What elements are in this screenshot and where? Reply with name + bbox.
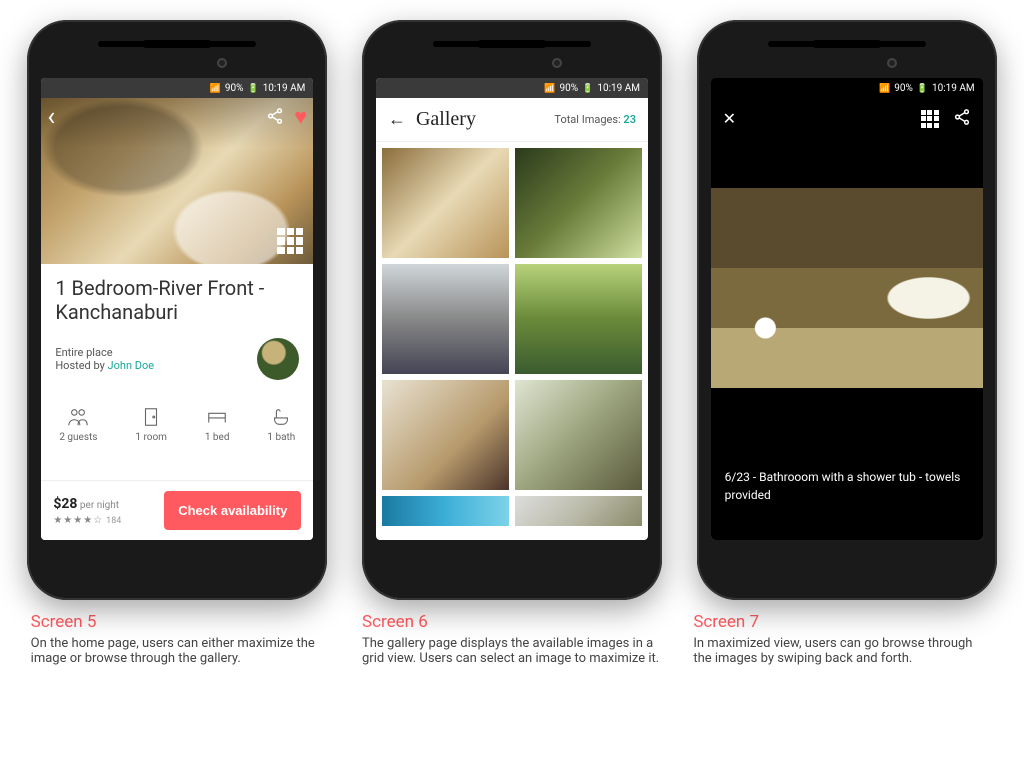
total-count: 23 <box>623 113 636 126</box>
battery-icon <box>582 83 593 94</box>
gallery-thumb[interactable] <box>515 148 642 258</box>
gallery-thumb[interactable] <box>382 148 509 258</box>
check-availability-button[interactable]: Check availability <box>164 491 301 530</box>
gallery-grid <box>376 142 648 532</box>
phone-6: 90% 10:19 AM Gallery Total Images: 23 <box>362 20 662 600</box>
clock-text: 10:19 AM <box>932 83 975 94</box>
back-icon[interactable] <box>388 109 406 130</box>
image-caption: 6/23 - Bathrooom with a shower tub - tow… <box>725 468 969 504</box>
gallery-thumb[interactable] <box>382 496 509 526</box>
bath-icon <box>270 406 292 428</box>
share-icon[interactable] <box>953 108 971 129</box>
legend-title: Screen 5 <box>31 612 331 632</box>
hosted-by: Hosted by John Doe <box>55 359 154 372</box>
bath-label: 1 bath <box>267 432 295 443</box>
legend-6: Screen 6 The gallery page displays the a… <box>362 612 662 666</box>
clock-text: 10:19 AM <box>597 83 640 94</box>
amenities-row: 2 guests 1 room 1 bed 1 bath <box>55 398 299 451</box>
legend-title: Screen 7 <box>693 612 993 632</box>
total-images: Total Images: 23 <box>554 113 636 126</box>
host-name[interactable]: John Doe <box>108 359 155 372</box>
favorite-icon[interactable]: ♥ <box>294 104 307 130</box>
grid-icon[interactable] <box>921 110 939 128</box>
battery-text: 90% <box>894 83 913 94</box>
battery-icon <box>917 83 928 94</box>
close-icon[interactable] <box>723 109 736 128</box>
signal-icon <box>879 83 890 94</box>
hero-image[interactable]: ♥ <box>41 98 313 264</box>
listing-title: 1 Bedroom-River Front -Kanchanaburi <box>55 276 299 324</box>
fullscreen-image[interactable] <box>711 188 983 388</box>
legend-text: The gallery page displays the available … <box>362 636 662 666</box>
signal-icon <box>210 83 221 94</box>
bed-label: 1 bed <box>205 432 230 443</box>
status-bar: 90% 10:19 AM <box>376 78 648 98</box>
signal-icon <box>544 83 555 94</box>
gallery-title: Gallery <box>416 108 476 131</box>
price-unit: per night <box>77 500 119 511</box>
gallery-thumb[interactable] <box>515 380 642 490</box>
rating-count: 184 <box>106 516 121 526</box>
legend-text: On the home page, users can either maxim… <box>31 636 331 666</box>
gallery-thumb[interactable] <box>515 496 642 526</box>
place-type: Entire place <box>55 346 154 359</box>
room-label: 1 room <box>135 432 167 443</box>
guests-label: 2 guests <box>59 432 97 443</box>
host-avatar[interactable] <box>257 338 299 380</box>
legend-text: In maximized view, users can go browse t… <box>693 636 993 666</box>
legend-5: Screen 5 On the home page, users can eit… <box>31 612 331 666</box>
gallery-grid-icon[interactable] <box>277 228 303 254</box>
battery-icon <box>247 83 258 94</box>
bed-icon <box>206 406 228 428</box>
clock-text: 10:19 AM <box>263 83 306 94</box>
price-amount: $28 <box>53 496 77 512</box>
status-bar: 90% 10:19 AM <box>41 78 313 98</box>
legend-7: Screen 7 In maximized view, users can go… <box>693 612 993 666</box>
phone-5: 90% 10:19 AM ♥ <box>27 20 327 600</box>
guests-icon <box>67 406 89 428</box>
gallery-thumb[interactable] <box>382 264 509 374</box>
share-icon[interactable] <box>266 107 284 128</box>
battery-text: 90% <box>560 83 579 94</box>
gallery-thumb[interactable] <box>382 380 509 490</box>
back-icon[interactable] <box>47 104 55 130</box>
legend-title: Screen 6 <box>362 612 662 632</box>
price-block: $28 per night ★★★★☆ 184 <box>53 496 121 526</box>
battery-text: 90% <box>225 83 244 94</box>
phone-7: 90% 10:19 AM 6/23 - Bathrooom with a sho… <box>697 20 997 600</box>
rating-stars: ★★★★☆ <box>53 515 103 526</box>
gallery-thumb[interactable] <box>515 264 642 374</box>
status-bar: 90% 10:19 AM <box>711 78 983 98</box>
door-icon <box>140 406 162 428</box>
